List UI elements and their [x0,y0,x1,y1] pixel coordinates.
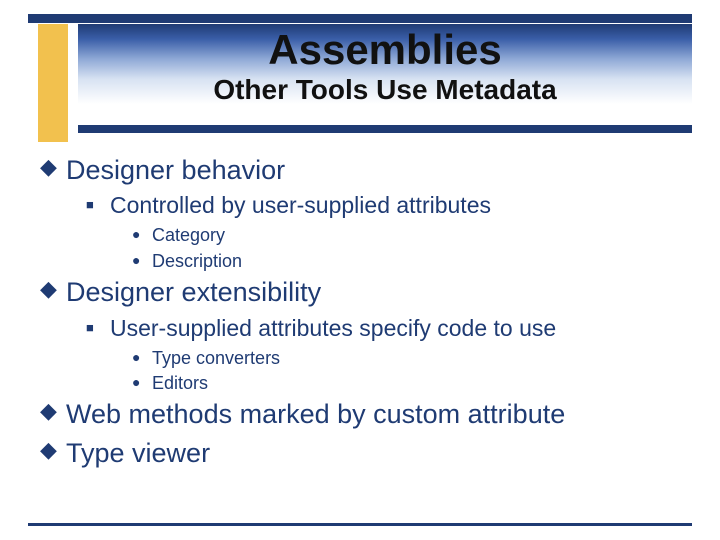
bullet-level2: ■ Controlled by user-supplied attributes [86,190,690,221]
diamond-bullet-icon: ◆ [40,396,66,426]
bullet-text: Description [152,249,242,273]
slide-title: Assemblies [90,28,680,72]
diamond-bullet-icon: ◆ [40,152,66,182]
dot-bullet-icon: ● [132,348,152,367]
bullet-level1: ◆ Type viewer [40,435,690,471]
bullet-text: Designer extensibility [66,274,321,310]
bullet-level1: ◆ Designer behavior [40,152,690,188]
bullet-level1: ◆ Web methods marked by custom attribute [40,396,690,432]
dot-bullet-icon: ● [132,225,152,244]
square-bullet-icon: ■ [86,196,110,214]
title-underline [78,125,692,133]
top-bar [28,14,692,23]
bullet-level3: ● Type converters [132,346,690,370]
footer-bar [28,523,692,526]
side-accent [38,24,68,142]
content-body: ◆ Designer behavior ■ Controlled by user… [40,152,690,473]
square-bullet-icon: ■ [86,319,110,337]
diamond-bullet-icon: ◆ [40,435,66,465]
bullet-level3: ● Editors [132,371,690,395]
bullet-level1: ◆ Designer extensibility [40,274,690,310]
bullet-text: Controlled by user-supplied attributes [110,190,491,221]
dot-bullet-icon: ● [132,373,152,392]
bullet-text: Web methods marked by custom attribute [66,396,565,432]
bullet-level2: ■ User-supplied attributes specify code … [86,313,690,344]
dot-bullet-icon: ● [132,251,152,270]
bullet-text: Category [152,223,225,247]
bullet-level3: ● Description [132,249,690,273]
diamond-bullet-icon: ◆ [40,274,66,304]
bullet-text: Designer behavior [66,152,285,188]
title-block: Assemblies Other Tools Use Metadata [90,28,680,106]
bullet-level3: ● Category [132,223,690,247]
bullet-text: Type converters [152,346,280,370]
bullet-text: User-supplied attributes specify code to… [110,313,556,344]
slide: Assemblies Other Tools Use Metadata ◆ De… [0,0,720,540]
bullet-text: Type viewer [66,435,210,471]
slide-subtitle: Other Tools Use Metadata [90,74,680,106]
bullet-text: Editors [152,371,208,395]
